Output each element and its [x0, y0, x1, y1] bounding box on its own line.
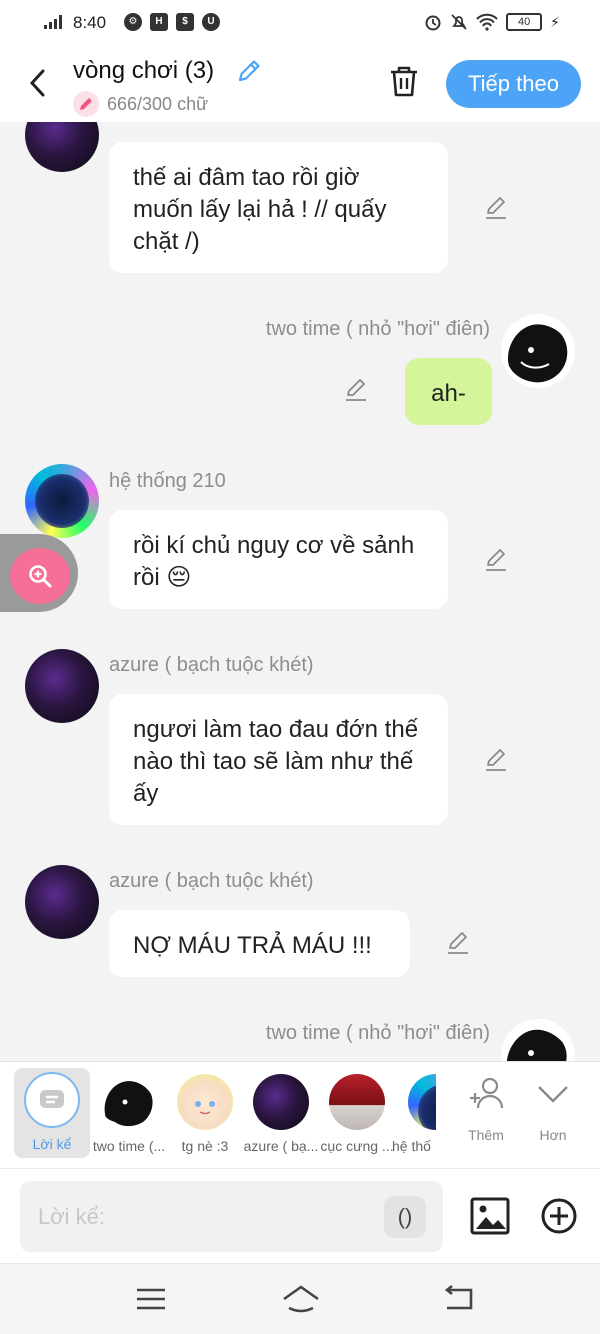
wifi-icon: [476, 13, 498, 31]
chat-area[interactable]: thế ai đâm tao rồi giờ muốn lấy lại hả !…: [0, 122, 600, 1061]
status-time: 8:40: [73, 13, 107, 32]
more-button[interactable]: Hơn: [523, 1074, 583, 1143]
add-person-icon: [470, 1077, 504, 1109]
edit-message-icon[interactable]: [483, 547, 509, 573]
chevron-down-icon: [538, 1086, 568, 1103]
character-label: tg nè :3: [181, 1138, 229, 1154]
home-icon[interactable]: [281, 1284, 321, 1314]
image-icon[interactable]: [470, 1197, 510, 1235]
avatar[interactable]: [501, 1019, 575, 1061]
char-count: 666/300 chữ: [73, 91, 208, 117]
back-nav-icon[interactable]: [441, 1284, 475, 1314]
menu-icon[interactable]: [134, 1284, 168, 1314]
header: vòng chơi (3) 666/300 chữ Tiếp theo: [0, 46, 600, 122]
character-he-thong[interactable]: hệ thố: [392, 1070, 436, 1154]
more-label: Hơn: [539, 1127, 567, 1143]
message-bubble[interactable]: NỢ MÁU TRẢ MÁU !!!: [109, 910, 410, 977]
battery-icon: 40: [506, 13, 543, 31]
character-cuc-cung[interactable]: cục cưng ...: [316, 1070, 398, 1154]
edit-message-icon[interactable]: [483, 195, 509, 221]
character-label: azure ( bạ...: [243, 1138, 319, 1154]
mute-icon: [451, 14, 467, 30]
status-bar: 8:40 ⚙ H $ U 40 ⚡: [0, 0, 600, 46]
avatar[interactable]: [25, 649, 99, 723]
pencil-badge-icon: [73, 91, 99, 117]
edit-message-icon[interactable]: [483, 747, 509, 773]
edit-title-icon[interactable]: [236, 58, 262, 84]
status-right: 40 ⚡: [424, 13, 560, 31]
sender-name: hệ thống 210: [109, 470, 226, 492]
avatar[interactable]: [25, 865, 99, 939]
sender-name: azure ( bạch tuộc khét): [109, 870, 314, 892]
alarm-icon: [425, 15, 441, 31]
character-avatar: [329, 1074, 385, 1130]
character-two-time[interactable]: two time (...: [88, 1070, 170, 1154]
action-button[interactable]: (): [384, 1196, 426, 1238]
char-count-text: 666/300 chữ: [107, 93, 209, 114]
message-bubble[interactable]: rồi kí chủ nguy cơ về sảnh rồi 😔: [109, 510, 448, 609]
shop-icon: $: [176, 13, 194, 31]
add-circle-icon[interactable]: [540, 1197, 578, 1235]
avatar[interactable]: [25, 122, 99, 172]
narrator-icon: [24, 1072, 80, 1128]
message-bubble[interactable]: ngươi làm tao đau đớn thế nào thì tao sẽ…: [109, 694, 448, 825]
avatar[interactable]: [501, 314, 575, 388]
back-icon[interactable]: [26, 68, 50, 98]
character-tg[interactable]: tg nè :3: [164, 1070, 246, 1154]
zoom-in-icon: [29, 565, 52, 588]
sender-name: two time ( nhỏ "hơi" điên): [265, 318, 490, 340]
settings-notif-icon: ⚙: [124, 13, 142, 31]
app-h-icon: H: [150, 13, 168, 31]
character-avatar: [253, 1074, 309, 1130]
edit-message-icon[interactable]: [343, 377, 369, 403]
system-nav-bar: [0, 1263, 600, 1334]
add-label: Thêm: [468, 1127, 504, 1143]
character-azure[interactable]: azure ( bạ...: [240, 1070, 322, 1154]
sender-name: azure ( bạch tuộc khét): [109, 654, 314, 676]
app-notif-icon: U: [202, 13, 220, 31]
message-input[interactable]: [20, 1181, 443, 1252]
zoom-button[interactable]: [10, 548, 70, 604]
charging-icon: ⚡: [550, 13, 560, 30]
character-avatar: [408, 1074, 436, 1130]
character-label: Lời kể: [32, 1136, 72, 1152]
signal-icon: [44, 15, 62, 29]
edit-message-icon[interactable]: [445, 930, 471, 956]
character-label: cục cưng ...: [320, 1138, 394, 1154]
avatar[interactable]: [25, 464, 99, 538]
character-narrator[interactable]: Lời kể: [14, 1068, 90, 1158]
character-label: hệ thố: [392, 1138, 431, 1154]
notification-icons: ⚙ H $ U: [124, 13, 220, 31]
message-bubble-self[interactable]: ah-: [405, 358, 492, 425]
trash-icon[interactable]: [388, 64, 420, 98]
character-label: two time (...: [92, 1138, 166, 1154]
add-character-button[interactable]: Thêm: [456, 1074, 516, 1143]
character-bar: Lời kể two time (... tg nè :3 azure ( bạ…: [0, 1061, 600, 1169]
character-avatar: [101, 1074, 157, 1130]
composer: (): [0, 1168, 600, 1263]
zoom-floating: [0, 534, 78, 612]
page-title: vòng chơi (3): [73, 57, 215, 84]
message-bubble[interactable]: thế ai đâm tao rồi giờ muốn lấy lại hả !…: [109, 142, 448, 273]
character-avatar: [177, 1074, 233, 1130]
sender-name: two time ( nhỏ "hơi" điên): [265, 1022, 490, 1044]
next-button[interactable]: Tiếp theo: [446, 60, 581, 108]
